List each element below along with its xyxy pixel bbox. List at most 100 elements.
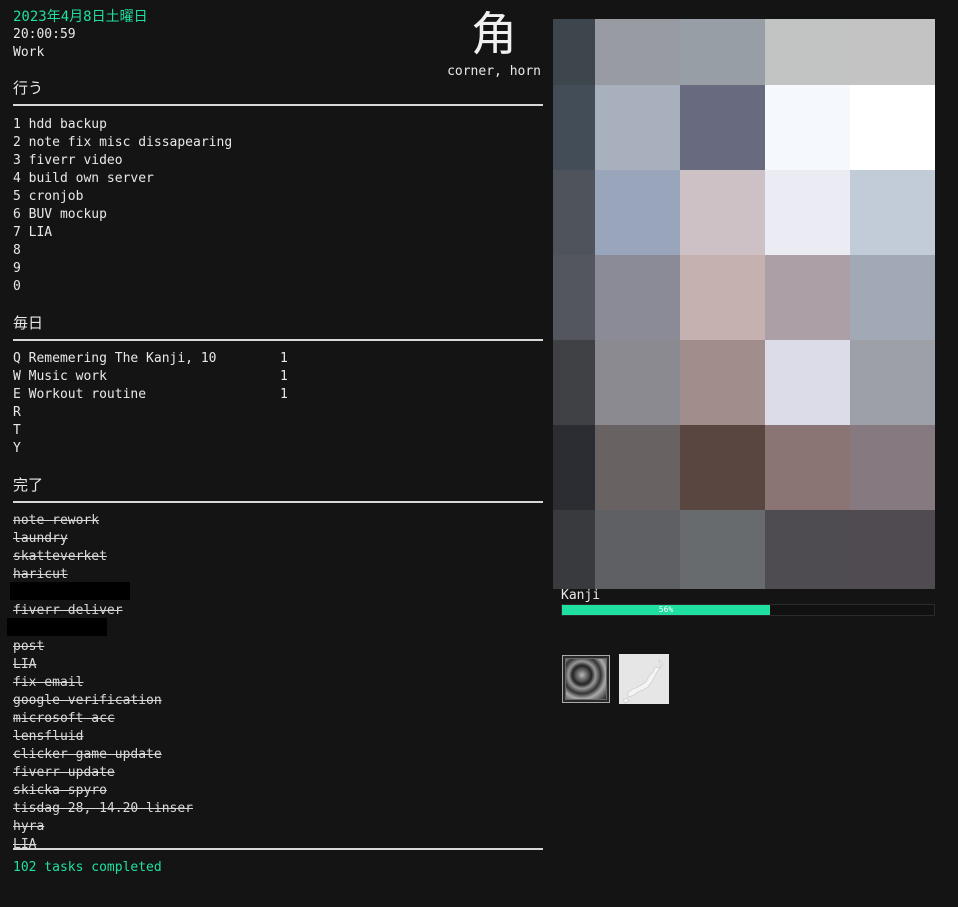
- todo-item[interactable]: 5 cronjob: [13, 188, 232, 206]
- todo-section-title: 行う: [13, 79, 44, 97]
- mosaic-cell: [850, 85, 935, 170]
- daily-item-label: T: [13, 423, 21, 438]
- mosaic-cell: [595, 425, 680, 510]
- daily-item[interactable]: R: [13, 404, 217, 422]
- todo-item[interactable]: 3 fiverr video: [13, 152, 232, 170]
- mosaic-cell: [765, 170, 850, 255]
- mosaic-cell: [680, 425, 765, 510]
- daily-item[interactable]: E Workout routine 1: [13, 386, 288, 404]
- redaction-bar: [7, 618, 107, 636]
- todo-item[interactable]: 9: [13, 260, 232, 278]
- mosaic-cell: [850, 425, 935, 510]
- mosaic-cell: [595, 510, 680, 589]
- daily-item-count: 1: [280, 387, 288, 402]
- completed-item[interactable]: skicka spyro: [13, 782, 193, 800]
- mosaic-cell: [765, 255, 850, 340]
- mosaic-cell: [850, 340, 935, 425]
- daily-item-count: 1: [280, 351, 288, 366]
- context-label: Work: [13, 45, 45, 60]
- completed-item[interactable]: microsoft acc: [13, 710, 193, 728]
- daily-item-label: W Music work: [13, 369, 107, 384]
- daily-item[interactable]: Q Rememering The Kanji, 10 1: [13, 350, 288, 368]
- todo-list: 1 hdd backup 2 note fix misc dissapearing…: [13, 116, 232, 296]
- daily-section-title: 毎日: [13, 314, 44, 332]
- completed-item[interactable]: laundry: [13, 530, 193, 548]
- date-display: 2023年4月8日土曜日: [13, 9, 148, 25]
- kanji-of-day: 角: [471, 7, 517, 61]
- mosaic-cell: [553, 85, 595, 170]
- completed-item[interactable]: clicker game update: [13, 746, 193, 764]
- todo-item[interactable]: 8: [13, 242, 232, 260]
- dashboard: 2023年4月8日土曜日 20:00:59 Work 角 corner, hor…: [0, 0, 958, 907]
- mosaic-cell: [850, 19, 935, 85]
- daily-item-label: E Workout routine: [13, 387, 147, 402]
- redacted-item[interactable]: [7, 618, 193, 638]
- pixelated-image: [553, 19, 935, 589]
- mosaic-cell: [595, 85, 680, 170]
- todo-item[interactable]: 0: [13, 278, 232, 296]
- completed-item[interactable]: post: [13, 638, 193, 656]
- mosaic-cell: [595, 170, 680, 255]
- mosaic-cell: [680, 510, 765, 589]
- mosaic-cell: [553, 255, 595, 340]
- completed-item[interactable]: note rework: [13, 512, 193, 530]
- daily-item[interactable]: Y: [13, 440, 217, 458]
- completed-item[interactable]: LIA: [13, 656, 193, 674]
- daily-item-label: Q Rememering The Kanji, 10: [13, 351, 217, 366]
- todo-item[interactable]: 4 build own server: [13, 170, 232, 188]
- mosaic-cell: [595, 19, 680, 85]
- completed-item[interactable]: lensfluid: [13, 728, 193, 746]
- completed-item[interactable]: hyra: [13, 818, 193, 836]
- left-panel: 2023年4月8日土曜日 20:00:59 Work 角 corner, hor…: [0, 0, 545, 907]
- kanji-meaning: corner, horn: [447, 64, 541, 79]
- japan-map-thumbnail[interactable]: [619, 654, 669, 704]
- completed-item[interactable]: LIA: [13, 836, 193, 854]
- daily-item-label: R: [13, 405, 21, 420]
- mosaic-cell: [595, 255, 680, 340]
- mosaic-cell: [765, 19, 850, 85]
- tile-thumbnail[interactable]: [562, 655, 610, 703]
- mosaic-cell: [595, 340, 680, 425]
- done-list: note rework laundry skatteverket haricut fiv…: [7, 512, 193, 854]
- completed-item[interactable]: fiverr update: [13, 764, 193, 782]
- daily-item[interactable]: T: [13, 422, 217, 440]
- daily-list: Q Rememering The Kanji, 10 1 W Music work 1…: [13, 350, 288, 458]
- time-display: 20:00:59: [13, 27, 76, 42]
- done-section-title: 完了: [13, 476, 44, 494]
- mosaic-cell: [553, 340, 595, 425]
- kanji-progress-bar: 56%: [561, 604, 935, 616]
- mosaic-panel: [553, 19, 935, 589]
- mosaic-cell: [553, 19, 595, 85]
- done-divider: [13, 501, 543, 503]
- japan-map-icon: [622, 658, 664, 704]
- daily-item-count: 1: [280, 369, 288, 384]
- completed-item[interactable]: tisdag 28, 14.20 linser: [13, 800, 193, 818]
- mosaic-cell: [680, 340, 765, 425]
- mosaic-cell: [850, 510, 935, 589]
- todo-divider: [13, 104, 543, 106]
- mosaic-cell: [680, 19, 765, 85]
- todo-item[interactable]: 7 LIA: [13, 224, 232, 242]
- done-bottom-divider: [13, 848, 543, 850]
- todo-item[interactable]: 2 note fix misc dissapearing: [13, 134, 232, 152]
- completed-item[interactable]: skatteverket: [13, 548, 193, 566]
- redacted-item[interactable]: [10, 582, 193, 602]
- tasks-completed-count: 102 tasks completed: [13, 860, 162, 875]
- mosaic-cell: [765, 85, 850, 170]
- kanji-progress-percent: 56%: [658, 605, 674, 614]
- tile-thumbnail-image: [565, 658, 607, 700]
- daily-item-label: Y: [13, 441, 21, 456]
- daily-item[interactable]: W Music work 1: [13, 368, 288, 386]
- mosaic-cell: [765, 425, 850, 510]
- mosaic-cell: [765, 340, 850, 425]
- todo-item[interactable]: 6 BUV mockup: [13, 206, 232, 224]
- todo-item[interactable]: 1 hdd backup: [13, 116, 232, 134]
- mosaic-cell: [553, 425, 595, 510]
- completed-item[interactable]: fix email: [13, 674, 193, 692]
- redaction-bar: [10, 582, 130, 600]
- mosaic-cell: [553, 510, 595, 589]
- mosaic-cell: [680, 255, 765, 340]
- daily-divider: [13, 339, 543, 341]
- completed-item[interactable]: google verification: [13, 692, 193, 710]
- mosaic-cell: [850, 170, 935, 255]
